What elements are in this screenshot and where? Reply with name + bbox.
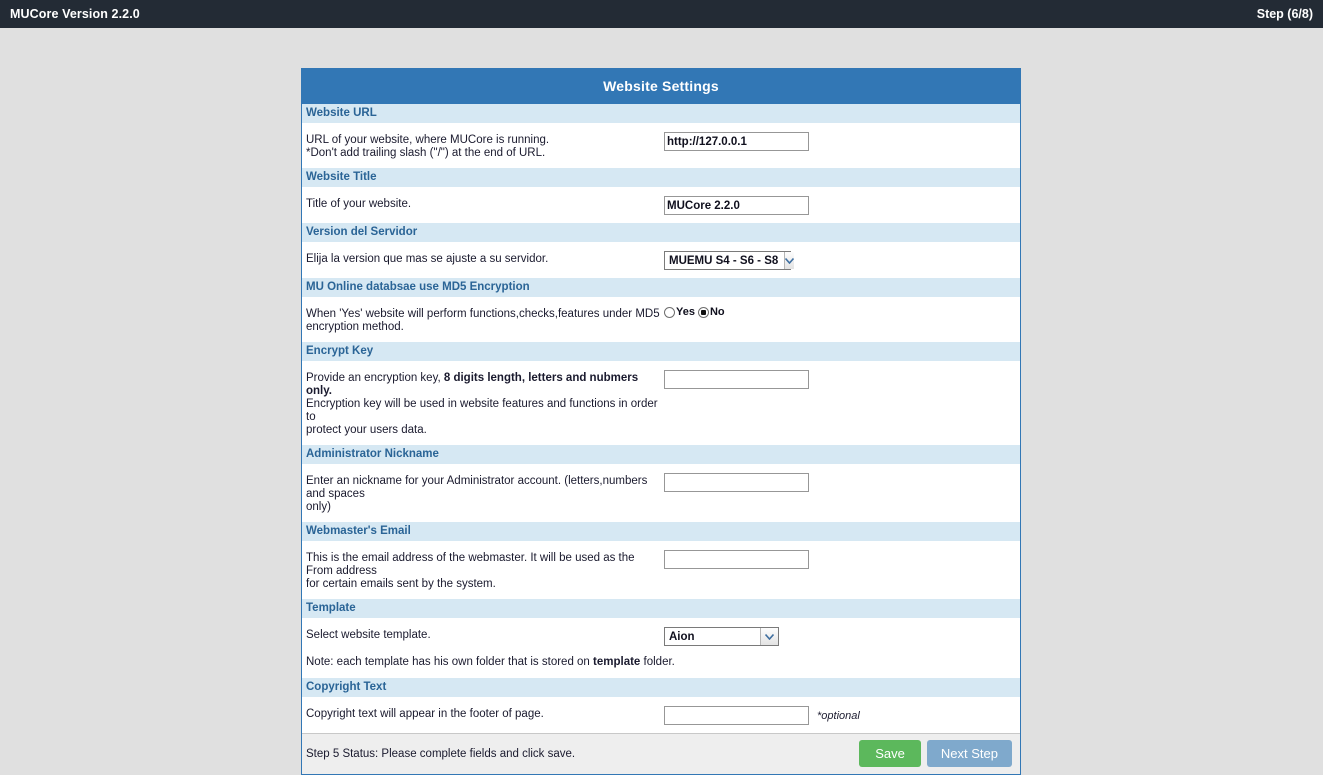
save-button[interactable]: Save [859, 740, 921, 767]
description-website-title: Title of your website. [306, 196, 661, 211]
description-line-3: protect your users data. [306, 424, 427, 436]
field-wrap-md5-encryption: Yes No [661, 306, 1016, 318]
description-line-1: Enter an nickname for your Administrator… [306, 475, 648, 500]
row-template: Select website template. Aion [302, 619, 1020, 654]
optional-note: *optional [817, 709, 860, 722]
description-md5-encryption: When 'Yes' website will perform function… [306, 306, 661, 334]
section-heading-website-url: Website URL [302, 104, 1020, 124]
description-line-1: Provide an encryption key, 8 digits leng… [306, 372, 661, 398]
description-line-1: Select website template. [306, 629, 431, 641]
field-wrap-webmaster-email [661, 550, 1016, 569]
field-wrap-website-title [661, 196, 1016, 215]
template-note-part1: Note: each template has his own folder t… [306, 656, 594, 668]
description-line-1: Title of your website. [306, 198, 412, 210]
template-note-part2: folder. [640, 656, 675, 668]
description-line-2: only) [306, 501, 331, 513]
template-select[interactable]: Aion [664, 627, 779, 646]
description-admin-nickname: Enter an nickname for your Administrator… [306, 473, 661, 514]
page-body: Website Settings Website URL URL of your… [0, 28, 1323, 775]
admin-nickname-input[interactable] [664, 473, 809, 492]
description-line-1: This is the email address of the webmast… [306, 552, 635, 577]
description-webmaster-email: This is the email address of the webmast… [306, 550, 661, 591]
description-website-url: URL of your website, where MUCore is run… [306, 132, 661, 160]
footer-buttons: Save Next Step [859, 740, 1012, 767]
section-heading-admin-nickname: Administrator Nickname [302, 445, 1020, 465]
md5-radio-group: Yes No [664, 306, 728, 318]
description-line-2: *Don't add trailing slash ("/") at the e… [306, 147, 546, 159]
step-indicator: Step (6/8) [1256, 7, 1313, 21]
server-version-selected-value: MUEMU S4 - S6 - S8 [669, 254, 779, 267]
section-heading-copyright-text: Copyright Text [302, 678, 1020, 698]
field-wrap-copyright-text: *optional [661, 706, 1016, 725]
section-heading-md5-encryption: MU Online databsae use MD5 Encryption [302, 278, 1020, 298]
chevron-down-icon [760, 628, 778, 645]
description-text-plain: Provide an encryption key, [306, 372, 444, 384]
next-step-button[interactable]: Next Step [926, 740, 1012, 767]
description-line-1: Copyright text will appear in the footer… [306, 708, 544, 720]
field-wrap-encrypt-key [661, 370, 1016, 389]
row-website-url: URL of your website, where MUCore is run… [302, 124, 1020, 168]
md5-radio-no-label: No [709, 306, 725, 318]
description-line-1: When 'Yes' website will perform function… [306, 308, 660, 320]
row-server-version: Elija la version que mas se ajuste a su … [302, 243, 1020, 278]
field-wrap-server-version: MUEMU S4 - S6 - S8 [661, 251, 1016, 270]
section-heading-template: Template [302, 599, 1020, 619]
section-heading-server-version: Version del Servidor [302, 223, 1020, 243]
section-heading-webmaster-email: Webmaster's Email [302, 522, 1020, 542]
website-url-input[interactable] [664, 132, 809, 151]
encrypt-key-input[interactable] [664, 370, 809, 389]
status-text: Step 5 Status: Please complete fields an… [306, 747, 576, 760]
row-copyright-text: Copyright text will appear in the footer… [302, 698, 1020, 733]
description-line-1: URL of your website, where MUCore is run… [306, 134, 550, 146]
description-line-2: Encryption key will be used in website f… [306, 398, 658, 423]
md5-radio-yes-label: Yes [676, 306, 695, 318]
row-webmaster-email: This is the email address of the webmast… [302, 542, 1020, 599]
field-wrap-admin-nickname [661, 473, 1016, 492]
copyright-text-input[interactable] [664, 706, 809, 725]
row-md5-encryption: When 'Yes' website will perform function… [302, 298, 1020, 342]
description-encrypt-key: Provide an encryption key, 8 digits leng… [306, 370, 661, 437]
panel-title: Website Settings [302, 69, 1020, 104]
description-server-version: Elija la version que mas se ajuste a su … [306, 251, 661, 266]
description-line-2: for certain emails sent by the system. [306, 578, 496, 590]
template-selected-value: Aion [669, 630, 695, 643]
description-copyright-text: Copyright text will appear in the footer… [306, 706, 661, 721]
description-template: Select website template. [306, 627, 661, 642]
description-line-1: Elija la version que mas se ajuste a su … [306, 253, 549, 265]
md5-radio-no[interactable]: No [697, 306, 725, 318]
top-bar: MUCore Version 2.2.0 Step (6/8) [0, 0, 1323, 28]
website-settings-panel: Website Settings Website URL URL of your… [301, 68, 1021, 775]
md5-radio-yes[interactable]: Yes [664, 306, 695, 318]
panel-footer: Step 5 Status: Please complete fields an… [302, 733, 1020, 774]
section-heading-website-title: Website Title [302, 168, 1020, 188]
server-version-select[interactable]: MUEMU S4 - S6 - S8 [664, 251, 795, 270]
row-website-title: Title of your website. [302, 188, 1020, 223]
field-wrap-website-url [661, 132, 1016, 151]
row-admin-nickname: Enter an nickname for your Administrator… [302, 465, 1020, 522]
chevron-down-icon [784, 252, 795, 269]
radio-unchecked-icon [664, 306, 675, 318]
template-note-bold: template [593, 656, 641, 668]
section-heading-encrypt-key: Encrypt Key [302, 342, 1020, 362]
field-wrap-template: Aion [661, 627, 1016, 646]
description-line-2: encryption method. [306, 321, 404, 333]
webmaster-email-input[interactable] [664, 550, 809, 569]
row-encrypt-key: Provide an encryption key, 8 digits leng… [302, 362, 1020, 445]
website-title-input[interactable] [664, 196, 809, 215]
template-note: Note: each template has his own folder t… [302, 654, 1020, 678]
app-title: MUCore Version 2.2.0 [10, 7, 140, 21]
radio-checked-icon [697, 306, 709, 318]
